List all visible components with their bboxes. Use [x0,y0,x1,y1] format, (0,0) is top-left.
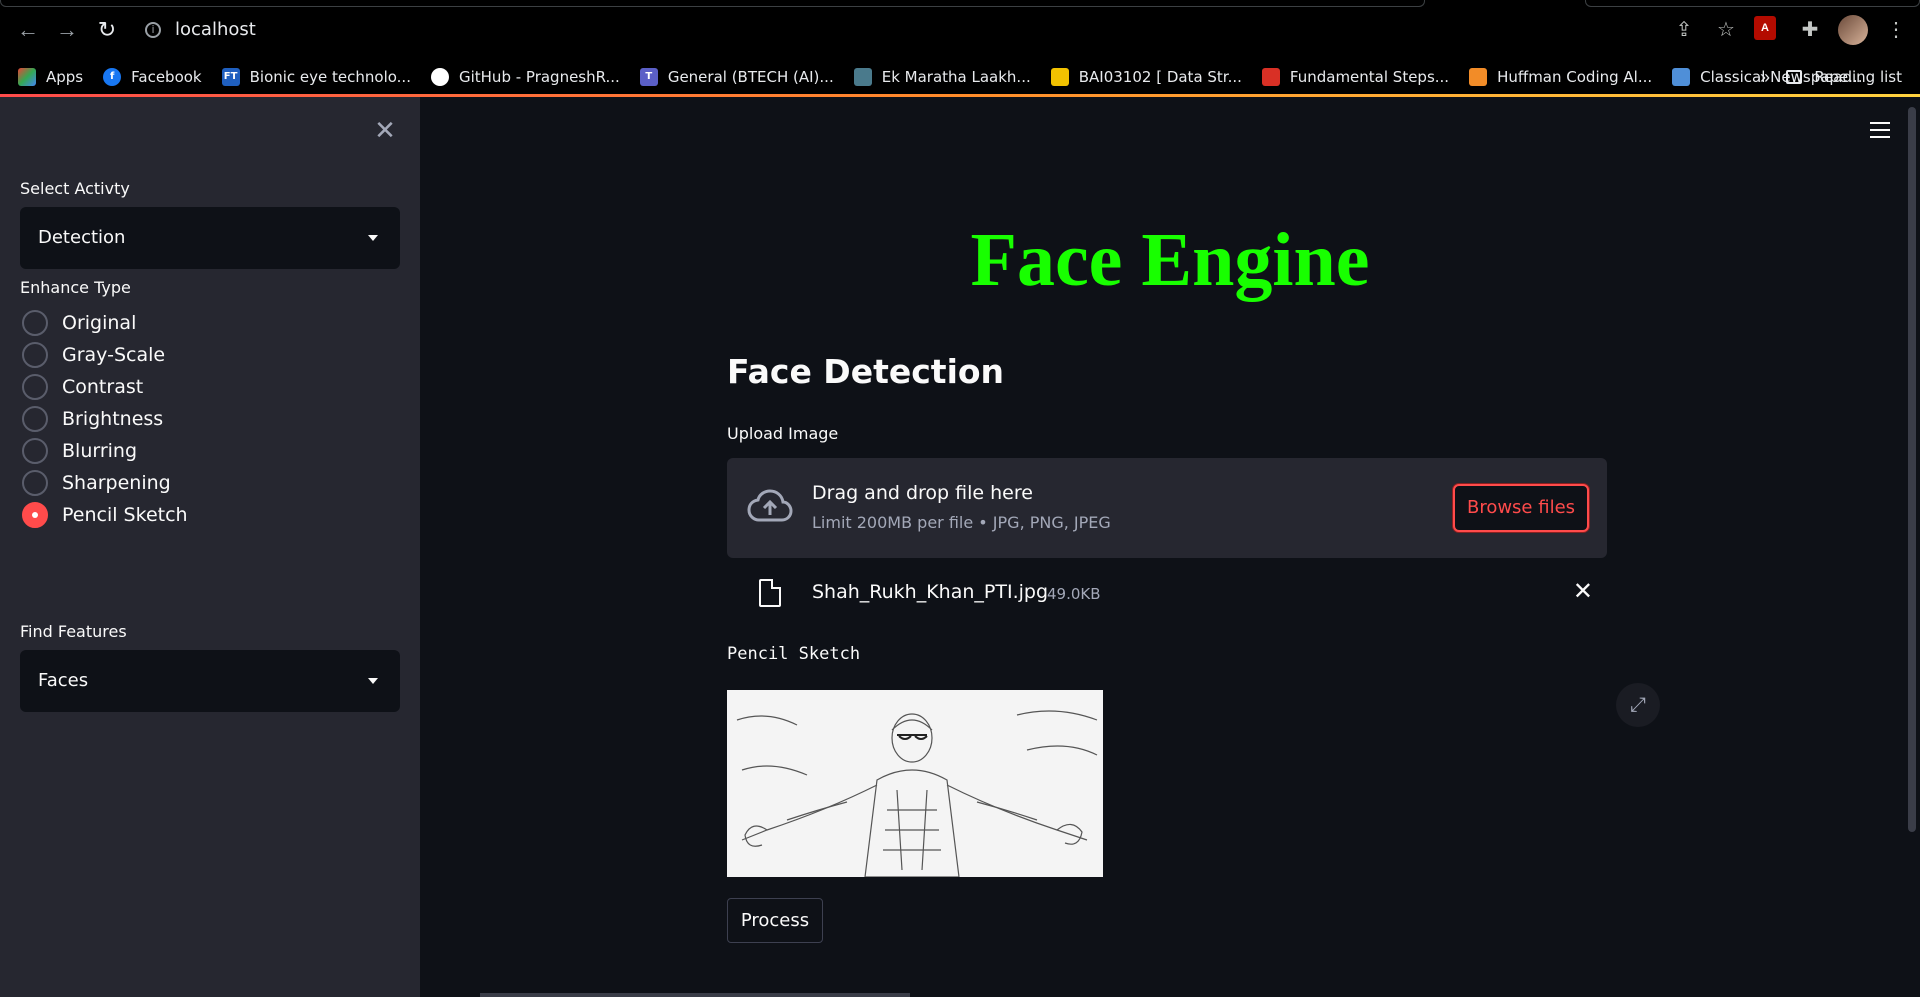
file-size: 49.0KB [1047,585,1101,603]
sketch-illustration [727,690,1103,877]
bookmark-item[interactable]: f Facebook [103,68,202,86]
bookmark-item[interactable]: T General (BTECH (AI)... [639,68,834,86]
uploaded-file-row: Shah_Rukh_Khan_PTI.jpg 49.0KB ✕ [727,575,1607,615]
image-caption: Pencil Sketch [727,644,861,664]
dropzone-limits: Limit 200MB per file • JPG, PNG, JPEG [812,513,1111,532]
bookmarks-bar: Apps f Facebook FT Bionic eye technolo... … [0,59,1920,95]
page-title: Face Engine [970,218,1370,302]
vertical-scrollbar[interactable] [1908,107,1916,832]
star-icon[interactable]: ☆ [1712,16,1740,44]
browse-files-button[interactable]: Browse files [1453,484,1589,532]
ft-icon: FT [221,68,240,86]
reading-list-icon [1786,70,1803,84]
pdf-extension-icon[interactable]: A [1754,16,1782,44]
radio-contrast[interactable]: Contrast [22,371,188,403]
back-icon[interactable]: ← [12,14,44,46]
section-heading: Face Detection [727,352,1005,391]
extensions-icon[interactable]: ✚ [1796,16,1824,44]
enhance-type-label: Enhance Type [20,278,131,297]
share-icon[interactable]: ⇪ [1670,16,1698,44]
site-info-icon[interactable]: i [145,22,161,38]
sidebar: ✕ Select Activty Detection Enhance Type … [0,97,420,997]
radio-gray-scale[interactable]: Gray-Scale [22,339,188,371]
find-features-label: Find Features [20,622,127,641]
radio-pencil-sketch[interactable]: Pencil Sketch [22,499,188,531]
remove-file-icon[interactable]: ✕ [1573,577,1593,606]
radio-selected-icon [22,502,48,528]
process-button[interactable]: Process [727,898,823,943]
close-sidebar-icon[interactable]: ✕ [370,115,400,145]
address-bar[interactable]: i localhost [145,12,256,48]
browser-toolbar: ← → ↻ i localhost ⇪ ☆ A ✚ ⋮ [0,0,1920,59]
activity-select-value: Detection [38,227,126,248]
radio-circle-icon [22,406,48,432]
reload-icon[interactable]: ↻ [91,14,123,46]
pencil-sketch-image [727,690,1103,877]
file-icon [759,579,781,607]
radio-blurring[interactable]: Blurring [22,435,188,467]
file-name: Shah_Rukh_Khan_PTI.jpg [812,581,1049,603]
bookmark-item[interactable]: Fundamental Steps... [1261,68,1449,86]
radio-circle-icon [22,342,48,368]
upload-label: Upload Image [727,424,839,443]
chevron-down-icon [368,235,378,241]
hamburger-menu-icon[interactable] [1870,122,1890,138]
chevron-down-icon [368,678,378,684]
dropzone-instruction: Drag and drop file here [812,482,1033,504]
radio-circle-icon [22,470,48,496]
menu-dots-icon[interactable]: ⋮ [1882,16,1910,44]
select-activity-label: Select Activty [20,179,130,198]
radio-circle-icon [22,374,48,400]
radio-circle-icon [22,438,48,464]
cloud-upload-icon [747,489,793,522]
main-content: Face Engine Face Detection Upload Image … [420,97,1920,997]
forward-icon[interactable]: → [51,14,83,46]
teams-icon: T [639,68,658,86]
classroom-icon [1050,68,1069,86]
radio-brightness[interactable]: Brightness [22,403,188,435]
tab-strip-right [1585,0,1920,7]
profile-avatar[interactable] [1838,15,1868,45]
apps-grid-icon [18,68,36,86]
site-icon [1261,68,1280,86]
site-icon [1469,68,1488,86]
bookmark-item[interactable]: Huffman Coding Al... [1469,68,1652,86]
toolbar-icons: ⇪ ☆ A ✚ ⋮ [1670,12,1910,48]
features-select[interactable]: Faces [20,650,400,712]
bookmarks-overflow-button[interactable]: » [1760,59,1770,95]
tab-strip [0,0,1425,7]
bookmark-item[interactable]: GitHub - PragneshR... [430,68,620,86]
bookmark-item[interactable]: BAI03102 [ Data Str... [1050,68,1242,86]
enhance-radio-group: Original Gray-Scale Contrast Brightness … [22,307,188,531]
file-dropzone[interactable]: Drag and drop file here Limit 200MB per … [727,458,1607,558]
fullscreen-expand-icon[interactable]: ⤢ [1616,683,1660,727]
features-select-value: Faces [38,670,89,691]
radio-circle-icon [22,310,48,336]
horizontal-scrollbar[interactable] [480,993,910,997]
python-icon [1672,68,1691,86]
url-text: localhost [175,19,256,40]
site-icon [853,68,872,86]
radio-original[interactable]: Original [22,307,188,339]
bookmark-item[interactable]: Apps [18,68,83,86]
bookmark-item[interactable]: Ek Maratha Laakh... [853,68,1031,86]
reading-list-button[interactable]: Reading list [1786,59,1902,95]
bookmark-item[interactable]: FT Bionic eye technolo... [221,68,411,86]
activity-select[interactable]: Detection [20,207,400,269]
github-icon [430,68,449,86]
facebook-icon: f [103,68,122,86]
radio-sharpening[interactable]: Sharpening [22,467,188,499]
